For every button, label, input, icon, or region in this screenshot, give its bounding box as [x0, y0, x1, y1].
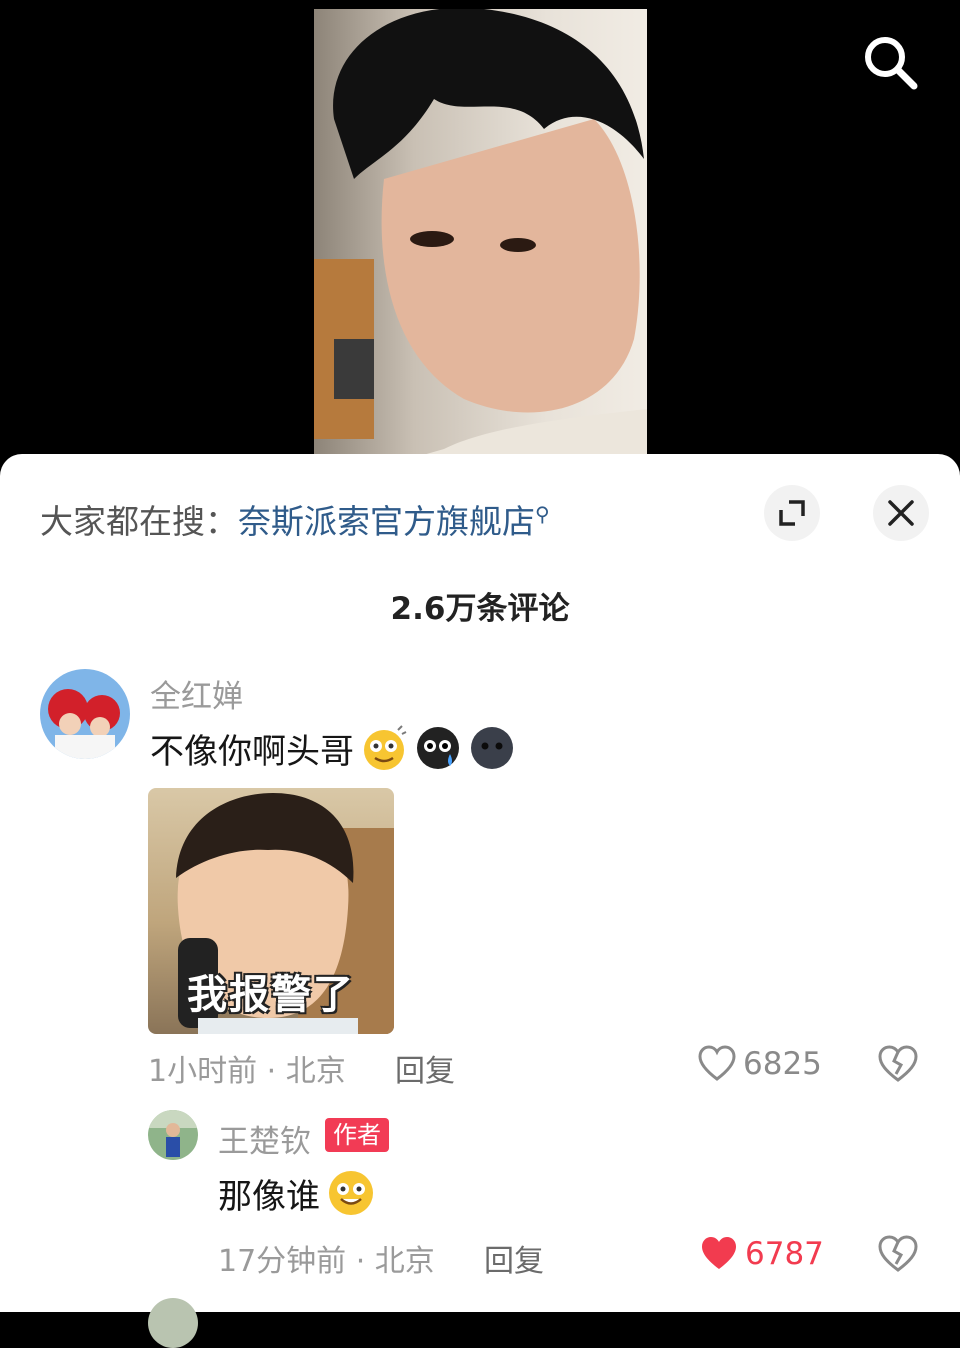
close-icon: [888, 500, 914, 526]
reply-avatar[interactable]: [148, 1110, 198, 1160]
video-player[interactable]: [0, 0, 960, 470]
reply-reply-button[interactable]: 回复: [484, 1236, 544, 1280]
search-icon: [865, 37, 918, 90]
meme-caption: 我报警了: [187, 972, 355, 1018]
reply-button[interactable]: 回复: [395, 1046, 455, 1090]
video-frame: [314, 9, 647, 469]
close-button[interactable]: [873, 485, 929, 541]
comment-body: 不像你啊头哥: [150, 731, 354, 772]
reply-body: 那像谁: [218, 1176, 320, 1217]
reply-like-button[interactable]: 6787: [699, 1234, 824, 1274]
reply-text: 那像谁: [218, 1168, 376, 1218]
heart-outline-icon: [698, 1045, 736, 1081]
tear-emoji-icon: [417, 727, 459, 769]
heart-filled-icon: [702, 1237, 736, 1269]
comment-text: 不像你啊头哥: [150, 724, 516, 772]
dislike-button[interactable]: [877, 1043, 919, 1085]
like-button[interactable]: 6825: [697, 1044, 822, 1084]
author-badge: 作者: [325, 1118, 389, 1152]
comment-time-location: 1小时前 · 北京: [148, 1054, 346, 1089]
search-button[interactable]: [858, 30, 922, 94]
next-comment-avatar[interactable]: [148, 1298, 198, 1348]
suggestion-term[interactable]: 奈斯派索官方旗舰店: [238, 502, 535, 541]
reply-like-count: 6787: [745, 1236, 824, 1272]
reply-time-location: 17分钟前 · 北京: [218, 1244, 435, 1279]
search-small-icon: ⚲: [535, 502, 550, 526]
broken-heart-icon: [878, 1045, 918, 1082]
wink-emoji-icon: [364, 725, 407, 770]
grin-emoji-icon: [329, 1171, 373, 1215]
expand-icon: [779, 500, 805, 526]
video-still-image: [314, 9, 647, 469]
dark-face-emoji-icon: [471, 727, 513, 769]
comment-count: 2.6万条评论: [390, 591, 570, 627]
like-count: 6825: [743, 1046, 822, 1082]
comment-username[interactable]: 全红婵: [150, 671, 243, 716]
expand-button[interactable]: [764, 485, 820, 541]
reply-username[interactable]: 王楚钦: [218, 1116, 311, 1161]
search-suggestion[interactable]: 大家都在搜：奈斯派索官方旗舰店⚲: [40, 492, 550, 544]
avatar[interactable]: [40, 669, 130, 759]
reply-dislike-button[interactable]: [877, 1233, 919, 1275]
broken-heart-icon: [878, 1235, 918, 1272]
suggestion-prefix: 大家都在搜：: [40, 502, 238, 541]
